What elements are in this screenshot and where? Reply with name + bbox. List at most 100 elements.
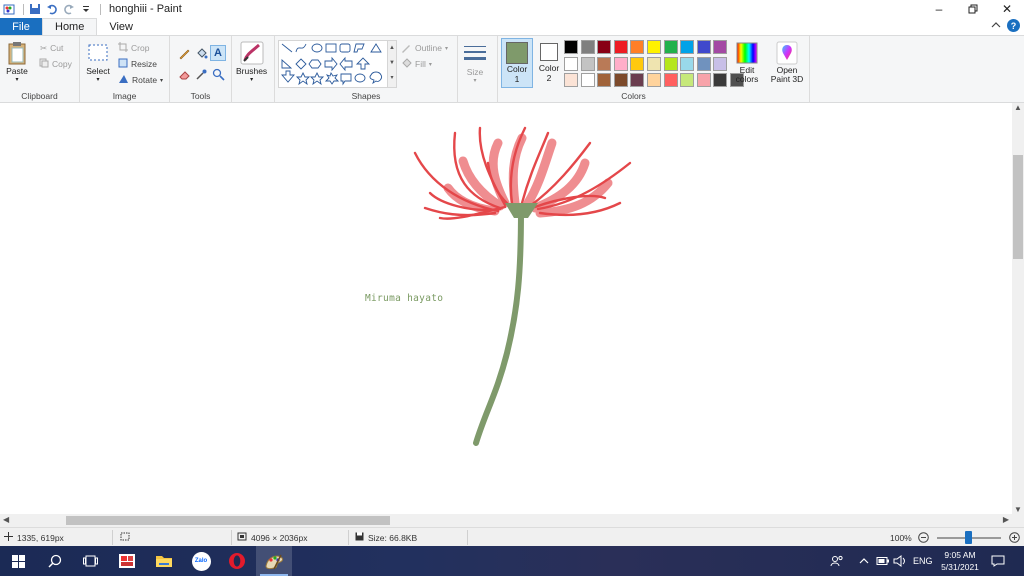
customize-toolbar-icon[interactable] (79, 2, 93, 16)
palette-swatch[interactable] (680, 56, 695, 71)
zoom-in-icon[interactable] (1009, 528, 1020, 547)
save-icon[interactable] (28, 2, 42, 16)
outline-button[interactable]: Outline ▾ (401, 41, 448, 55)
palette-swatch[interactable] (713, 73, 728, 88)
zoom-out-icon[interactable] (918, 528, 929, 547)
palette-swatch[interactable] (647, 40, 661, 54)
open-paint-3d-button[interactable]: Open Paint 3D (767, 40, 807, 84)
palette-swatch[interactable] (680, 40, 695, 54)
zoom-slider-thumb[interactable] (965, 531, 972, 544)
palette-swatch[interactable] (564, 73, 578, 88)
tab-file[interactable]: File (0, 18, 42, 35)
palette-swatch[interactable] (597, 73, 612, 88)
task-view-icon[interactable] (72, 546, 108, 576)
color-2-button[interactable]: Color 2 (536, 38, 562, 88)
text-tool-icon[interactable]: A (210, 45, 226, 61)
collapse-ribbon-icon[interactable] (991, 20, 1001, 32)
palette-swatch[interactable] (564, 56, 578, 71)
palette-swatch[interactable] (696, 73, 711, 88)
zalo-icon[interactable]: Zalo (183, 546, 219, 576)
scroll-up-icon[interactable]: ▲ (1014, 103, 1022, 112)
drawing-canvas[interactable]: Miruma hayato (0, 103, 1012, 514)
color-picker-icon[interactable] (193, 66, 209, 82)
input-language[interactable]: ENG (913, 546, 933, 576)
tab-view[interactable]: View (97, 18, 145, 35)
palette-swatch[interactable] (696, 40, 711, 54)
palette-swatch[interactable] (713, 56, 728, 71)
palette-swatch[interactable] (580, 73, 595, 88)
system-clock[interactable]: 9:05 AM 5/31/2021 (934, 549, 986, 573)
minimize-icon[interactable]: – (922, 0, 956, 18)
edit-colors-button[interactable]: Edit colors (732, 40, 762, 84)
search-icon[interactable] (37, 546, 73, 576)
notifications-icon[interactable] (991, 546, 1005, 576)
show-hidden-icons-chevron-icon[interactable] (859, 546, 869, 576)
scroll-down-icon[interactable]: ▼ (1014, 505, 1022, 514)
opera-icon[interactable] (219, 546, 255, 576)
restore-icon[interactable] (956, 0, 990, 18)
toolbar-divider (23, 3, 24, 15)
scroll-left-icon[interactable]: ◀ (3, 515, 9, 524)
palette-swatch[interactable] (597, 40, 612, 54)
image-dimensions: 4096 × 2036px (237, 528, 307, 547)
palette-swatch[interactable] (647, 73, 661, 88)
file-size: Size: 66.8KB (355, 528, 417, 547)
scroll-right-icon[interactable]: ▶ (1003, 515, 1009, 524)
palette-swatch[interactable] (630, 56, 645, 71)
palette-swatch[interactable] (630, 40, 645, 54)
status-divider (112, 530, 113, 545)
palette-swatch[interactable] (580, 56, 595, 71)
redo-icon[interactable] (62, 2, 76, 16)
paint-icon[interactable] (256, 546, 292, 576)
shapes-scroll[interactable]: ▲ ▼ ▾ (388, 40, 397, 88)
status-bar: 1335, 619px 4096 × 2036px Size: 66.8KB 1… (0, 527, 1024, 546)
undo-icon[interactable] (45, 2, 59, 16)
fill-button[interactable]: Fill ▾ (401, 57, 432, 71)
pencil-icon[interactable] (176, 45, 192, 61)
palette-swatch[interactable] (680, 73, 695, 88)
windows-start-icon[interactable] (0, 546, 36, 576)
palette-swatch[interactable] (630, 73, 645, 88)
palette-swatch[interactable] (613, 40, 628, 54)
close-icon[interactable]: ✕ (990, 0, 1024, 18)
horizontal-scroll-thumb[interactable] (66, 516, 390, 525)
palette-swatch[interactable] (663, 56, 678, 71)
outline-label: Outline (415, 43, 442, 53)
rotate-button[interactable]: Rotate ▾ (118, 73, 163, 87)
app-photos-icon[interactable] (109, 546, 145, 576)
palette-swatch[interactable] (663, 40, 678, 54)
rotate-icon (118, 74, 129, 86)
color-1-button[interactable]: Color 1 (501, 38, 533, 88)
fill-bucket-icon[interactable] (193, 45, 209, 61)
cut-button[interactable]: ✂ Cut (40, 41, 63, 55)
select-button[interactable]: Select ▾ (86, 40, 110, 83)
palette-swatch[interactable] (580, 40, 595, 54)
shapes-gallery (278, 40, 388, 88)
copy-button[interactable]: Copy (39, 57, 72, 71)
palette-swatch[interactable] (613, 73, 628, 88)
crop-button[interactable]: Crop (118, 41, 149, 55)
paste-button[interactable]: Paste ▾ (5, 40, 29, 83)
volume-icon[interactable] (893, 546, 907, 576)
size-button[interactable]: Size ▾ (463, 41, 487, 84)
people-icon[interactable] (830, 546, 844, 576)
file-explorer-icon[interactable] (146, 546, 182, 576)
vertical-scrollbar[interactable]: ▲ ▼ (1012, 103, 1024, 514)
palette-swatch[interactable] (564, 40, 578, 54)
magnifier-icon[interactable] (210, 66, 226, 82)
horizontal-scrollbar[interactable]: ◀ ▶ (0, 514, 1012, 527)
brushes-button[interactable]: Brushes ▾ (236, 40, 267, 83)
help-icon[interactable]: ? (1007, 19, 1020, 32)
eraser-icon[interactable] (176, 66, 192, 82)
battery-icon[interactable] (876, 546, 890, 576)
paint-app-icon[interactable] (2, 2, 16, 16)
palette-swatch[interactable] (597, 56, 612, 71)
tab-home[interactable]: Home (42, 18, 98, 35)
palette-swatch[interactable] (713, 40, 728, 54)
palette-swatch[interactable] (663, 73, 678, 88)
palette-swatch[interactable] (647, 56, 661, 71)
resize-button[interactable]: Resize (118, 57, 157, 71)
palette-swatch[interactable] (696, 56, 711, 71)
palette-swatch[interactable] (613, 56, 628, 71)
vertical-scroll-thumb[interactable] (1013, 155, 1023, 259)
